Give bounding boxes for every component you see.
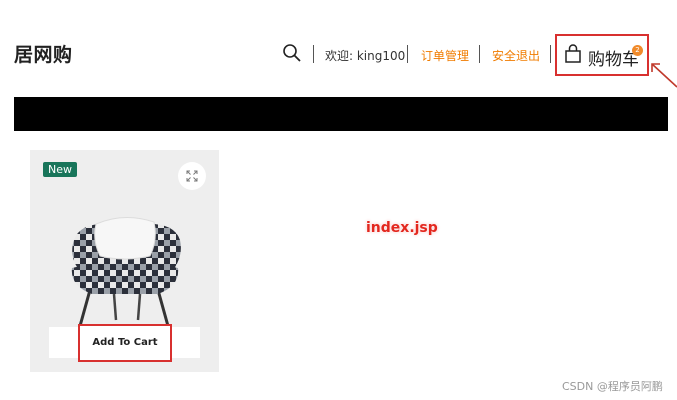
new-badge: New xyxy=(43,162,77,177)
divider xyxy=(479,45,480,63)
cart-button[interactable]: 购物车 2 xyxy=(555,34,649,76)
expand-button[interactable] xyxy=(178,162,206,190)
arrow-icon xyxy=(651,63,677,88)
chair-image[interactable] xyxy=(62,210,187,328)
annotation-label: index.jsp xyxy=(366,220,438,236)
divider xyxy=(550,45,551,63)
product-card[interactable]: New Add To Cart xyxy=(30,150,219,372)
watermark: CSDN @程序员阿鹏 xyxy=(562,380,663,393)
cart-count-badge: 2 xyxy=(632,45,643,56)
divider xyxy=(407,45,408,63)
add-to-cart-button[interactable]: Add To Cart xyxy=(78,324,172,362)
search-icon[interactable] xyxy=(282,43,302,63)
banner-bar xyxy=(14,97,668,131)
expand-icon xyxy=(186,170,198,182)
divider xyxy=(313,45,314,63)
shopping-bag-icon xyxy=(565,44,581,63)
welcome-text: 欢迎: king100 xyxy=(325,49,406,63)
logout-link[interactable]: 安全退出 xyxy=(492,47,540,64)
orders-link[interactable]: 订单管理 xyxy=(421,47,469,64)
